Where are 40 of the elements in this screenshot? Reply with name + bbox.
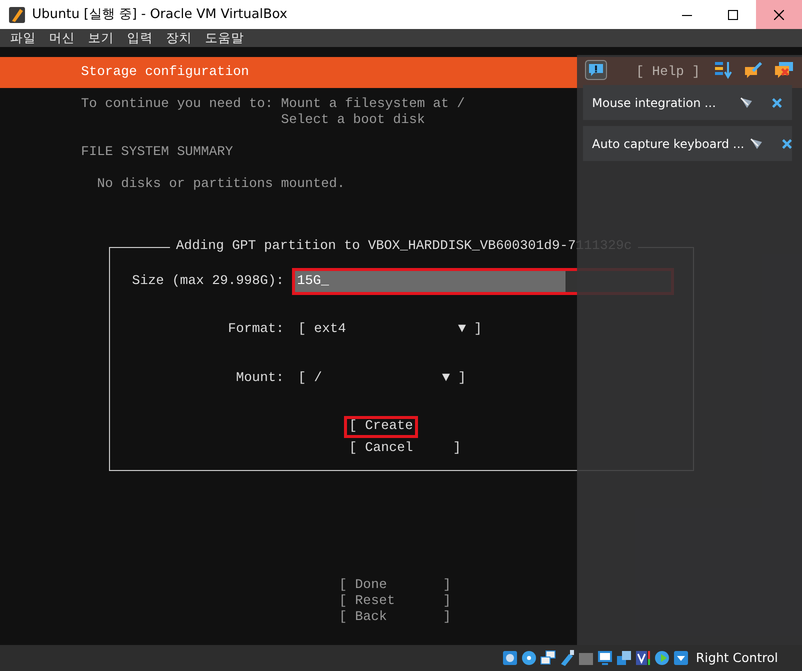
app-icon — [8, 6, 26, 24]
section-heading: FILE SYSTEM SUMMARY — [81, 145, 233, 161]
menu-item[interactable]: 입력 — [127, 29, 166, 47]
menu-item[interactable]: 장치 — [166, 29, 205, 47]
field-label: Size (max 29.998G): — [131, 274, 284, 290]
requirements-label: To continue you need to: — [81, 97, 274, 114]
close-icon[interactable] — [772, 98, 782, 108]
field-label: Format: — [227, 322, 284, 338]
footer-button[interactable]: [ Back ] — [339, 610, 451, 626]
network-icon[interactable] — [540, 650, 556, 666]
cpu-icon[interactable] — [634, 650, 651, 666]
close-icon[interactable] — [782, 138, 792, 148]
close-icon — [774, 10, 784, 20]
message-icon[interactable] — [585, 60, 607, 80]
capture-icon[interactable] — [616, 650, 632, 666]
close-button[interactable] — [756, 0, 802, 29]
summary-text: No disks or partitions mounted. — [97, 177, 345, 193]
sort-icon[interactable] — [714, 61, 734, 79]
menu-item[interactable]: 머신 — [49, 29, 88, 47]
notification-text: Mouse integration ... — [592, 94, 717, 110]
footer-button[interactable]: [ Reset ] — [339, 594, 451, 610]
footer-button[interactable]: [ Done ] — [339, 578, 451, 594]
optical-disc-icon[interactable] — [520, 650, 537, 666]
usb-icon[interactable] — [558, 650, 575, 666]
window-title: Ubuntu [실행 중] - Oracle VM VirtualBox — [32, 6, 288, 24]
header-title: Storage configuration — [81, 64, 249, 80]
dialog-button[interactable]: [ Cancel ] — [344, 438, 466, 460]
requirement-text: Select a boot disk — [280, 113, 426, 129]
field-label: Mount: — [235, 371, 284, 387]
dialog-button[interactable]: [ Create — [344, 416, 418, 438]
menu-item[interactable]: 도움말 — [205, 29, 257, 47]
help-button[interactable]: [ Help ] — [636, 64, 700, 80]
notification-text: Auto capture keyboard ... — [592, 136, 744, 152]
menu-item[interactable]: 파일 — [10, 29, 49, 47]
menu-item[interactable]: 보기 — [88, 29, 127, 47]
display-icon[interactable] — [596, 650, 613, 666]
requirement-text: Mount a filesystem at / — [280, 97, 465, 113]
maximize-icon — [728, 10, 738, 20]
host-key-label: Right Control — [696, 648, 778, 667]
clear-all-icon[interactable] — [774, 61, 794, 79]
